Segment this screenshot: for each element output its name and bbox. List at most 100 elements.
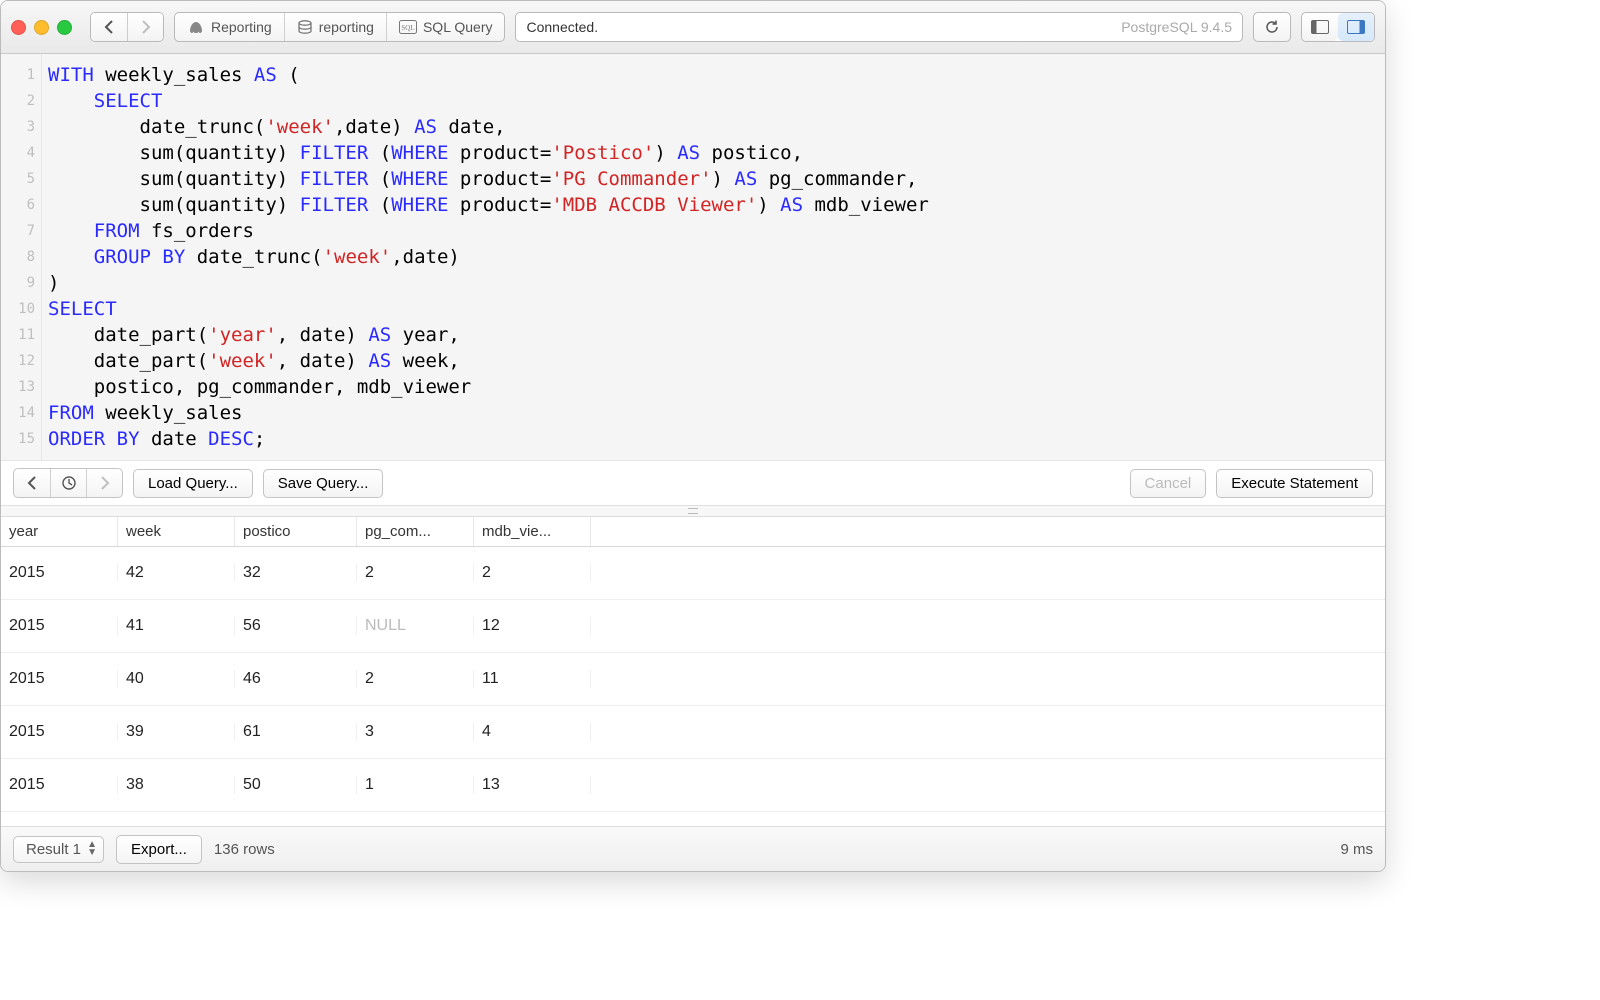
toggle-right-sidebar-button[interactable] [1338,13,1374,41]
query-history-nav [13,468,123,498]
sql-editor: 123456789101112131415 WITH weekly_sales … [1,54,1385,461]
forward-button[interactable] [127,13,163,41]
save-query-button[interactable]: Save Query... [263,469,384,498]
execute-statement-button[interactable]: Execute Statement [1216,469,1373,498]
zoom-window-button[interactable] [57,20,72,35]
window-controls [11,20,72,35]
line-number: 4 [1,140,41,166]
table-cell: 11 [474,670,591,688]
table-row[interactable]: 20154156NULL12 [1,600,1385,653]
table-row[interactable]: 20153850113 [1,759,1385,812]
sidebar-toggles [1301,12,1375,42]
nav-back-forward [90,12,164,42]
table-cell: 3 [357,723,474,741]
table-body[interactable]: 201542322220154156NULL122015404621120153… [1,547,1385,826]
table-cell: 41 [118,617,235,635]
line-number-gutter: 123456789101112131415 [1,54,42,460]
sql-icon: SQL [399,20,417,34]
table-row[interactable]: 20154046211 [1,653,1385,706]
line-number: 14 [1,400,41,426]
table-cell: 40 [118,670,235,688]
table-cell: 38 [118,776,235,794]
elephant-icon [187,18,205,36]
sql-code-area[interactable]: WITH weekly_sales AS ( SELECT date_trunc… [42,54,1385,460]
table-cell: 50 [235,776,357,794]
horizontal-splitter[interactable] [1,506,1385,517]
line-number: 10 [1,296,41,322]
row-count: 136 rows [214,841,275,858]
query-history-button[interactable] [50,469,86,497]
breadcrumb-item-connection[interactable]: Reporting [175,13,284,41]
table-cell: 61 [235,723,357,741]
table-cell: 2 [357,670,474,688]
breadcrumb-item-database[interactable]: reporting [284,13,386,41]
minimize-window-button[interactable] [34,20,49,35]
breadcrumb-label: SQL Query [423,19,493,35]
database-version: PostgreSQL 9.4.5 [1121,19,1232,35]
column-header[interactable]: week [118,517,235,546]
load-query-button[interactable]: Load Query... [133,469,253,498]
table-cell: 2015 [1,723,118,741]
reload-button[interactable] [1253,12,1291,42]
table-cell: 2015 [1,776,118,794]
line-number: 12 [1,348,41,374]
table-header: yearweekposticopg_com...mdb_vie... [1,517,1385,547]
results-table: yearweekposticopg_com...mdb_vie... 20154… [1,517,1385,826]
database-icon [297,19,313,35]
line-number: 11 [1,322,41,348]
result-selector[interactable]: Result 1 ▲▼ [13,836,104,863]
line-number: 8 [1,244,41,270]
toggle-left-sidebar-button[interactable] [1302,13,1338,41]
breadcrumb-item-sql[interactable]: SQL SQL Query [386,13,505,41]
cancel-button[interactable]: Cancel [1130,469,1207,498]
table-cell: 4 [474,723,591,741]
left-panel-icon [1311,20,1329,34]
table-cell: 1 [357,776,474,794]
table-row[interactable]: 2015423222 [1,547,1385,600]
column-header[interactable]: mdb_vie... [474,517,591,546]
export-button[interactable]: Export... [116,835,202,864]
line-number: 3 [1,114,41,140]
table-cell: 32 [235,564,357,582]
close-window-button[interactable] [11,20,26,35]
column-header[interactable]: postico [235,517,357,546]
connection-status-field[interactable]: Connected. PostgreSQL 9.4.5 [515,12,1243,42]
table-cell: 42 [118,564,235,582]
line-number: 13 [1,374,41,400]
result-selector-label: Result 1 [26,841,81,858]
table-cell: NULL [357,617,474,635]
svg-text:SQL: SQL [401,24,414,32]
table-row[interactable]: 2015396134 [1,706,1385,759]
line-number: 6 [1,192,41,218]
titlebar: Reporting reporting SQL SQL Query Connec… [1,1,1385,54]
status-bar: Result 1 ▲▼ Export... 136 rows 9 ms [1,826,1385,871]
query-next-button[interactable] [86,469,122,497]
chevron-up-down-icon: ▲▼ [87,841,97,857]
query-prev-button[interactable] [14,469,50,497]
column-header[interactable]: year [1,517,118,546]
clock-icon [61,475,77,491]
reload-icon [1264,19,1280,35]
right-panel-icon [1347,20,1365,34]
table-cell: 2015 [1,670,118,688]
table-cell: 2015 [1,617,118,635]
column-header[interactable]: pg_com... [357,517,474,546]
line-number: 2 [1,88,41,114]
line-number: 1 [1,62,41,88]
table-cell: 12 [474,617,591,635]
table-cell: 2015 [1,564,118,582]
table-cell: 39 [118,723,235,741]
table-cell: 56 [235,617,357,635]
line-number: 9 [1,270,41,296]
line-number: 5 [1,166,41,192]
table-cell: 2 [357,564,474,582]
line-number: 7 [1,218,41,244]
breadcrumb: Reporting reporting SQL SQL Query [174,12,505,42]
table-cell: 13 [474,776,591,794]
back-button[interactable] [91,13,127,41]
table-cell: 46 [235,670,357,688]
table-cell: 2 [474,564,591,582]
breadcrumb-label: reporting [319,19,374,35]
line-number: 15 [1,426,41,452]
query-time: 9 ms [1340,841,1373,858]
